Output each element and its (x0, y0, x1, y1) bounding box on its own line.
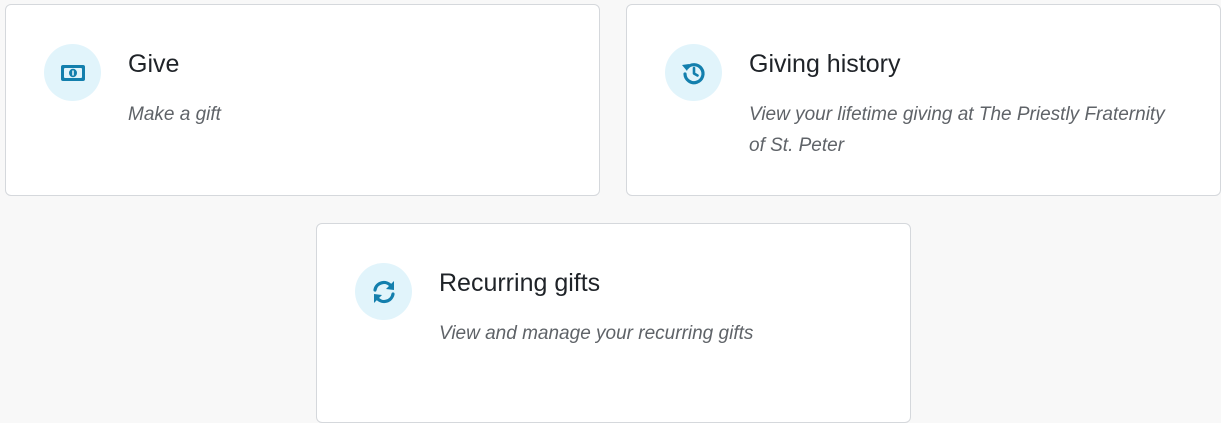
giving-history-description: View your lifetime giving at The Priestl… (749, 104, 1165, 156)
money-bill-icon (60, 64, 85, 81)
recurring-gifts-card[interactable]: Recurring gifts View and manage your rec… (316, 223, 911, 423)
recurring-gifts-description: View and manage your recurring gifts (439, 323, 754, 344)
history-icon (681, 62, 705, 84)
give-description: Make a gift (128, 104, 221, 125)
giving-history-title: Giving history (749, 50, 901, 78)
giving-history-card[interactable]: Giving history View your lifetime giving… (626, 4, 1221, 196)
give-icon-container (44, 44, 101, 101)
recurring-icon-container (355, 263, 412, 320)
give-card[interactable]: Give Make a gift (5, 4, 600, 196)
history-icon-container (665, 44, 722, 101)
give-title: Give (128, 50, 180, 78)
recurring-gifts-title: Recurring gifts (439, 269, 601, 297)
sync-icon (372, 280, 395, 303)
